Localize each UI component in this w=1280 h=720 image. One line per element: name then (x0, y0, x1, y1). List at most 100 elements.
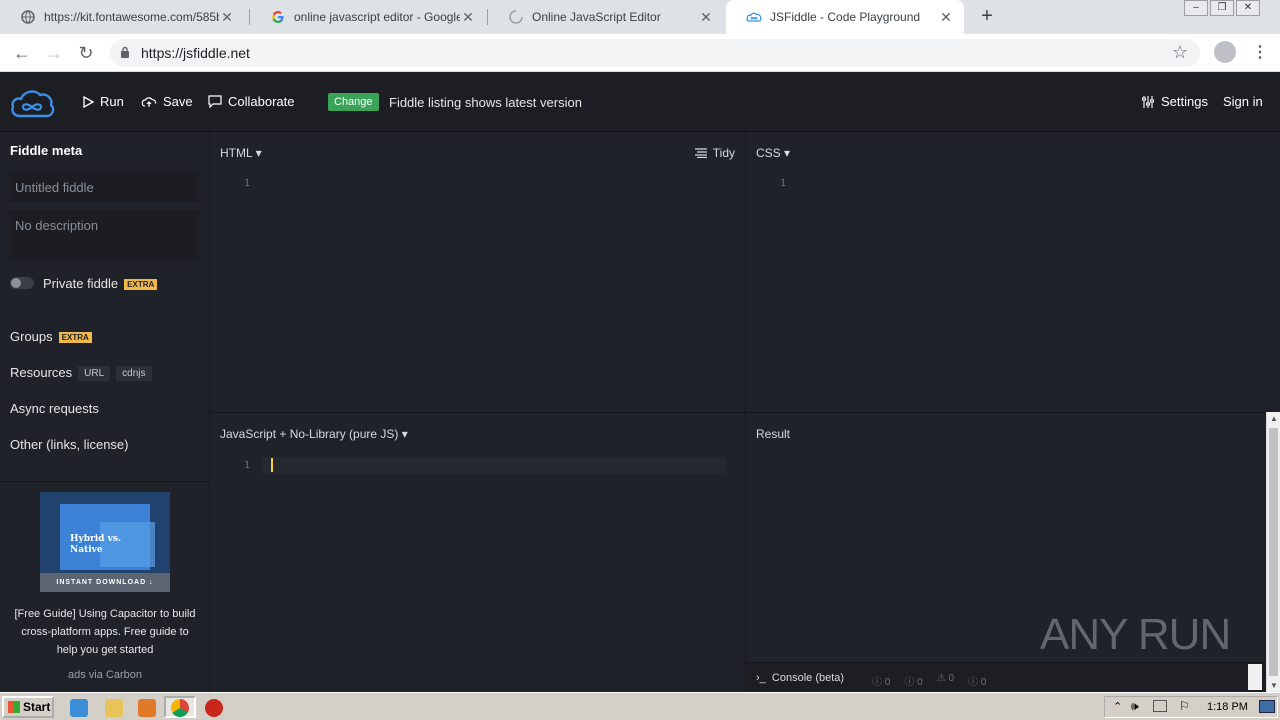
play-icon (83, 95, 94, 108)
url-pill[interactable]: URL (78, 366, 111, 382)
reload-icon[interactable]: ↻ (76, 43, 96, 63)
new-tab-button[interactable]: + (976, 5, 998, 28)
warning-count: ⚠ 0 (936, 673, 954, 684)
change-button[interactable]: Change (328, 93, 379, 111)
log-count-value: 0 (980, 677, 987, 688)
caret-down-icon: ▾ (784, 146, 791, 160)
close-icon[interactable]: ✕ (460, 9, 476, 26)
scroll-down-icon[interactable]: ▼ (1269, 681, 1279, 690)
close-icon[interactable]: ✕ (219, 9, 235, 26)
browser-toolbar: ← → ↻ https://jsfiddle.net ☆ ⋮ (0, 34, 1280, 72)
browser-tab-google[interactable]: online javascript editor - Google Sear ✕ (250, 0, 486, 34)
tab-title: online javascript editor - Google Sear (294, 10, 460, 24)
profile-avatar[interactable] (1214, 41, 1236, 63)
tray-chevron-icon[interactable]: ⌃ (1113, 700, 1122, 713)
javascript-panel[interactable]: JavaScript + No-Library (pure JS) ▾ (210, 413, 745, 692)
clock: 1:18 PM (1207, 701, 1248, 713)
restore-button[interactable]: ❐ (1210, 0, 1234, 16)
minimize-button[interactable]: – (1184, 0, 1208, 16)
opera-icon[interactable] (205, 699, 223, 717)
settings-label: Settings (1161, 94, 1208, 109)
html-panel-header[interactable]: HTML ▾ (220, 146, 262, 160)
jsfiddle-logo-icon[interactable] (10, 85, 56, 122)
info-count: ⓘ 0 (872, 677, 891, 688)
private-fiddle-toggle[interactable] (10, 277, 34, 289)
scroll-thumb[interactable] (1269, 428, 1278, 676)
save-button[interactable]: Save (141, 94, 193, 109)
forward-arrow-icon[interactable]: → (44, 43, 64, 63)
globe-icon (20, 9, 36, 25)
sidebar-title: Fiddle meta (10, 143, 83, 158)
result-label: Result (756, 427, 791, 441)
internet-explorer-icon[interactable] (70, 699, 88, 717)
align-lines-icon (694, 148, 707, 158)
fiddle-title-input[interactable]: Untitled fiddle (9, 172, 199, 202)
console-label: ›_ Console (beta) (756, 672, 844, 684)
bookmark-star-icon[interactable]: ☆ (1172, 42, 1188, 63)
browser-tab-online-js-editor[interactable]: Online JavaScript Editor ✕ (488, 0, 724, 34)
html-panel[interactable]: HTML ▾ Tidy 1 (210, 132, 745, 412)
sign-in-label: Sign in (1223, 94, 1263, 109)
tab-title: Online JavaScript Editor (532, 10, 661, 24)
run-button[interactable]: Run (82, 94, 124, 109)
private-fiddle-label: Private fiddle EXTRA (43, 276, 158, 291)
js-panel-header[interactable]: JavaScript + No-Library (pure JS) ▾ (220, 427, 408, 441)
ads-via-carbon-link[interactable]: ads via Carbon (0, 669, 210, 681)
network-icon[interactable] (1153, 700, 1167, 712)
sidebar-item-async-requests[interactable]: Async requests (10, 401, 99, 416)
caret-down-icon: ▾ (401, 427, 408, 441)
info-count-value: 0 (884, 677, 891, 688)
media-player-icon[interactable] (138, 699, 156, 717)
cdnjs-pill[interactable]: cdnjs (116, 366, 152, 382)
tab-title: JSFiddle - Code Playground (770, 10, 921, 24)
close-icon[interactable]: ✕ (938, 9, 954, 26)
show-desktop-icon[interactable] (1259, 700, 1275, 713)
console-text: Console (beta) (771, 672, 845, 684)
panel-divider-horizontal[interactable] (210, 412, 1266, 413)
css-panel[interactable]: CSS ▾ 1 (746, 132, 1280, 412)
result-scrollbar[interactable]: ▲ ▼ (1266, 412, 1280, 692)
carbon-ad-image[interactable]: Hybrid vs. Native INSTANT DOWNLOAD ↓ (40, 492, 170, 592)
loading-spinner-icon (508, 9, 524, 25)
private-fiddle-text: Private fiddle (43, 276, 119, 291)
browser-tab-strip: https://kit.fontawesome.com/585b0 ✕ onli… (0, 0, 1280, 34)
flag-icon[interactable]: ⚐ (1179, 699, 1190, 713)
speaker-icon[interactable]: 🕪 (1131, 699, 1139, 714)
active-code-line[interactable] (262, 457, 726, 473)
browser-tab-fontawesome[interactable]: https://kit.fontawesome.com/585b0 ✕ (0, 0, 245, 34)
ad-copy[interactable]: [Free Guide] Using Capacitor to build cr… (14, 605, 196, 659)
css-panel-header[interactable]: CSS ▾ (756, 146, 790, 160)
console-counts: ⓘ 0 ⓘ 0 ⚠ 0 ⓘ 0 (872, 673, 986, 688)
collaborate-button[interactable]: Collaborate (208, 94, 295, 109)
sidebar-item-resources[interactable]: Resources URL cdnjs (10, 365, 152, 382)
settings-button[interactable]: Settings (1141, 94, 1208, 109)
browser-menu-icon[interactable]: ⋮ (1252, 42, 1268, 62)
console-bar[interactable]: ›_ Console (beta) ⓘ 0 ⓘ 0 ⚠ 0 ⓘ 0 (746, 662, 1266, 692)
tidy-button[interactable]: Tidy (694, 146, 735, 160)
caret-down-icon: ▾ (255, 146, 262, 160)
sidebar-item-groups[interactable]: Groups EXTRA (10, 329, 92, 344)
back-arrow-icon[interactable]: ← (12, 43, 32, 63)
start-label: Start (23, 700, 51, 714)
close-window-button[interactable]: ✕ (1236, 0, 1260, 16)
css-label: CSS (756, 146, 781, 160)
scroll-up-icon[interactable]: ▲ (1269, 414, 1279, 423)
folder-icon[interactable] (105, 699, 123, 717)
address-bar[interactable]: https://jsfiddle.net ☆ (110, 39, 1200, 67)
start-button[interactable]: Start (2, 696, 54, 718)
fiddle-description-input[interactable]: No description (9, 210, 199, 260)
sign-in-link[interactable]: Sign in (1223, 94, 1263, 109)
listing-notice: Fiddle listing shows latest version (389, 95, 582, 110)
close-icon[interactable]: ✕ (698, 9, 714, 26)
lock-icon (121, 46, 129, 58)
cloud-upload-icon (141, 96, 157, 107)
windows-flag-icon (8, 701, 20, 713)
window-controls: – ❐ ✕ (1182, 0, 1260, 18)
browser-tab-jsfiddle[interactable]: JSFiddle - Code Playground ✕ (726, 0, 964, 34)
windows-taskbar: Start ⌃ 🕪 ⚐ 1:18 PM (0, 692, 1280, 720)
tidy-label: Tidy (712, 146, 735, 160)
js-label: JavaScript + No-Library (pure JS) (220, 427, 399, 441)
log-count: ⓘ 0 (968, 677, 987, 688)
inner-scrollbar[interactable] (1248, 664, 1262, 690)
sidebar-item-other[interactable]: Other (links, license) (10, 437, 128, 452)
